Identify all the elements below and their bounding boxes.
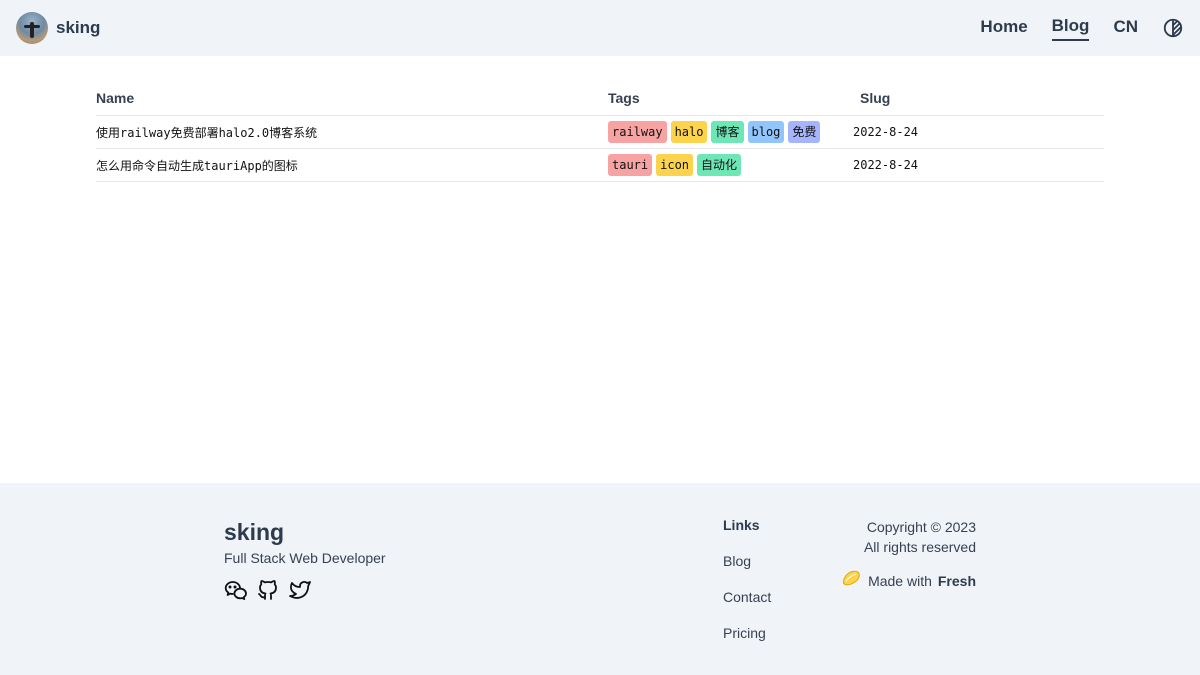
tag-badge[interactable]: halo — [670, 121, 708, 143]
column-header-slug: Slug — [860, 89, 891, 106]
copyright-text: Copyright © 2023 — [866, 519, 976, 535]
footer-subtitle: Full Stack Web Developer — [224, 550, 386, 566]
main-nav: Home Blog CN — [980, 16, 1184, 41]
footer-links: Links Blog Contact Pricing — [723, 517, 771, 661]
fresh-brand-text: Fresh — [937, 572, 976, 589]
tag-badge[interactable]: 免费 — [788, 121, 821, 143]
wechat-icon[interactable] — [224, 578, 248, 602]
table-row[interactable]: 怎么用命令自动生成tauriApp的图标 tauri icon 自动化 2022… — [96, 149, 1104, 182]
column-header-tags: Tags — [608, 89, 640, 106]
brand-link[interactable]: sking — [16, 12, 100, 44]
tag-badge[interactable]: railway — [608, 121, 667, 143]
footer-link-contact[interactable]: Contact — [723, 589, 771, 605]
post-title-link[interactable]: 怎么用命令自动生成tauriApp的图标 — [96, 157, 608, 174]
tag-badge[interactable]: 博客 — [711, 121, 744, 143]
nav-blog[interactable]: Blog — [1051, 16, 1090, 41]
column-header-name: Name — [96, 89, 135, 106]
avatar — [16, 12, 48, 44]
footer-link-blog[interactable]: Blog — [723, 553, 771, 569]
post-tags: tauri icon 自动化 — [608, 154, 853, 176]
made-with-fresh-link[interactable]: Made with Fresh — [840, 567, 976, 594]
post-tags: railway halo 博客 blog 免费 — [608, 121, 853, 143]
table-header: Name Tags Slug — [96, 80, 1104, 116]
post-slug: 2022-8-24 — [853, 125, 919, 139]
tag-badge[interactable]: icon — [656, 154, 694, 176]
tag-badge[interactable]: blog — [747, 121, 785, 143]
theme-toggle-icon[interactable] — [1162, 17, 1184, 39]
tag-badge[interactable]: tauri — [608, 154, 653, 176]
post-title-link[interactable]: 使用railway免费部署halo2.0博客系统 — [96, 124, 608, 141]
top-header: sking Home Blog CN — [0, 0, 1200, 56]
footer-copyright: Copyright © 2023 All rights reserved Mad… — [840, 517, 976, 594]
rights-text: All rights reserved — [863, 539, 976, 555]
footer-links-heading: Links — [723, 517, 760, 533]
github-icon[interactable] — [256, 578, 280, 602]
post-slug: 2022-8-24 — [853, 158, 919, 172]
nav-cn[interactable]: CN — [1113, 17, 1138, 40]
tag-badge[interactable]: 自动化 — [697, 154, 742, 176]
footer-link-pricing[interactable]: Pricing — [723, 625, 771, 641]
brand-name: sking — [56, 18, 101, 37]
nav-home[interactable]: Home — [980, 17, 1027, 40]
social-links — [224, 578, 386, 602]
twitter-icon[interactable] — [288, 578, 312, 602]
table-row[interactable]: 使用railway免费部署halo2.0博客系统 railway halo 博客… — [96, 116, 1104, 149]
footer-brand: sking Full Stack Web Developer — [224, 519, 386, 602]
posts-table: Name Tags Slug 使用railway免费部署halo2.0博客系统 … — [96, 80, 1104, 182]
made-with-text: Made with — [868, 572, 932, 589]
site-footer: sking Full Stack Web Developer Links Blo… — [0, 483, 1200, 675]
footer-title: sking — [224, 519, 285, 545]
lemon-icon — [840, 567, 862, 594]
